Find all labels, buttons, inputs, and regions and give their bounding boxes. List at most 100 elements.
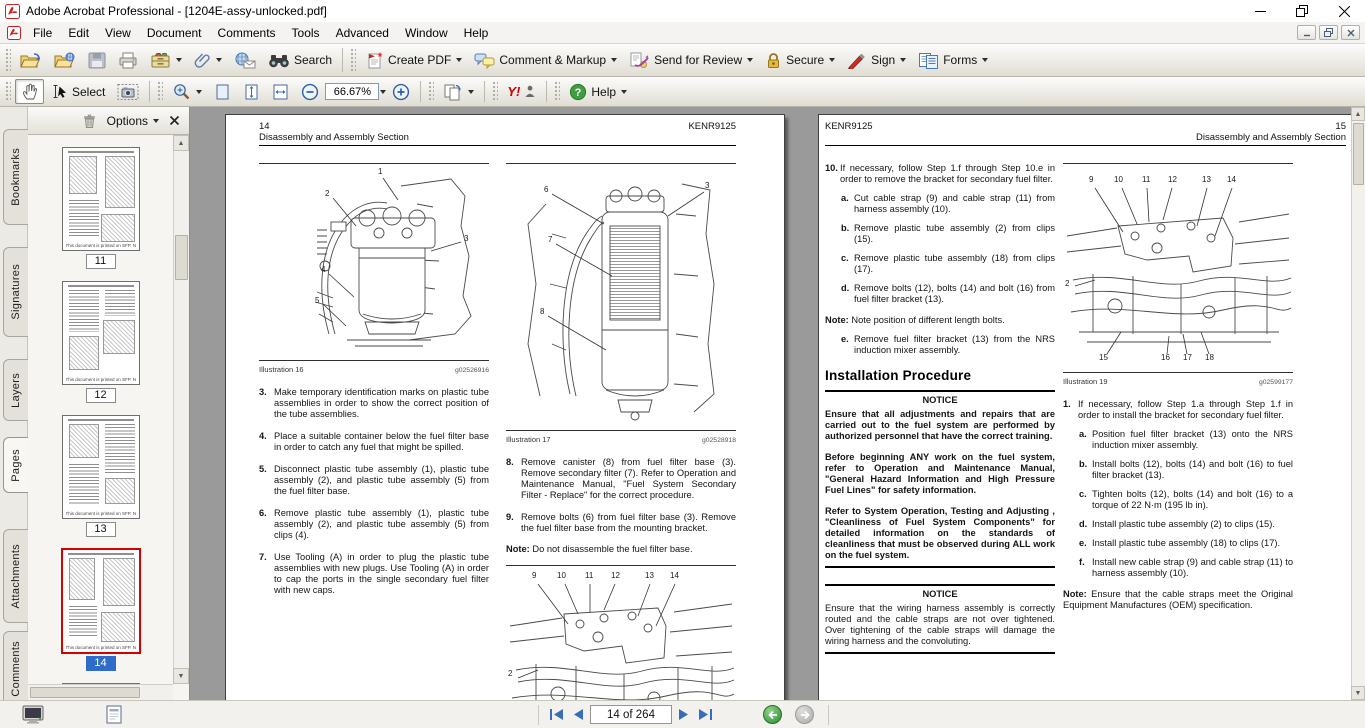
open-button[interactable]: [15, 49, 47, 72]
tab-signatures[interactable]: Signatures: [3, 247, 28, 337]
menu-document[interactable]: Document: [139, 23, 210, 43]
pages-panel-vscrollbar[interactable]: ▲ ▼: [173, 135, 189, 684]
toolbar-grip[interactable]: [428, 81, 434, 102]
help-button[interactable]: ? Help: [564, 80, 632, 104]
previous-view-button[interactable]: [763, 705, 782, 724]
scroll-thumb[interactable]: [1353, 123, 1364, 185]
select-label: Select: [72, 85, 105, 99]
tab-comments[interactable]: Comments: [3, 631, 28, 707]
step-8: 8.Remove canister (8) from fuel filter b…: [506, 457, 736, 501]
pages-panel-header: Options: [28, 107, 189, 135]
page-thumbnail[interactable]: This document is printed on SFP. Not to …: [62, 147, 140, 269]
page-thumbnail[interactable]: This document is printed on SFP. Not to …: [62, 415, 140, 537]
restore-button[interactable]: [1281, 0, 1323, 22]
scroll-down-arrow[interactable]: ▼: [173, 668, 189, 684]
menu-advanced[interactable]: Advanced: [328, 23, 397, 43]
comment-markup-button[interactable]: Comment & Markup: [469, 49, 622, 72]
toolbar-grip[interactable]: [5, 81, 11, 102]
scroll-thumb[interactable]: [30, 687, 140, 698]
dropdown-caret: [176, 58, 182, 62]
menu-help[interactable]: Help: [456, 23, 497, 43]
menu-edit[interactable]: Edit: [60, 23, 97, 43]
document-vscrollbar[interactable]: ▲ ▼: [1351, 107, 1365, 700]
next-view-button[interactable]: [795, 705, 814, 724]
tab-bookmarks[interactable]: Bookmarks: [3, 129, 28, 225]
forward-arrow-icon: [800, 710, 810, 720]
close-icon: [1347, 29, 1355, 37]
page-thumbnail-selected[interactable]: This document is printed on SFP. Not to …: [62, 549, 140, 671]
create-pdf-button[interactable]: Create PDF: [360, 48, 467, 72]
options-menu-button[interactable]: Options: [107, 114, 159, 128]
page-display-button[interactable]: [438, 80, 479, 104]
step-10a: a.Cut cable strap (9) and cable strap (1…: [841, 193, 1055, 215]
menu-comments[interactable]: Comments: [210, 23, 284, 43]
tab-layers[interactable]: Layers: [3, 359, 28, 421]
zoom-in-button[interactable]: [387, 80, 415, 104]
help-icon: ?: [569, 83, 587, 101]
doc-minimize-button[interactable]: [1297, 25, 1316, 40]
zoom-out-button[interactable]: [296, 80, 324, 104]
scroll-up-arrow[interactable]: ▲: [1351, 107, 1365, 121]
fit-width-button[interactable]: [267, 80, 294, 104]
snapshot-tool-button[interactable]: [112, 80, 144, 104]
fit-page-button[interactable]: [238, 80, 265, 104]
delete-pages-trash-icon[interactable]: [81, 113, 97, 129]
hand-tool-button[interactable]: [15, 79, 44, 104]
next-page-button[interactable]: [677, 707, 691, 722]
menu-tools[interactable]: Tools: [284, 23, 328, 43]
email-button[interactable]: [229, 49, 261, 72]
tab-attachments[interactable]: Attachments: [3, 529, 28, 623]
pages-panel-hscrollbar[interactable]: [28, 684, 173, 700]
help-label: Help: [591, 85, 616, 99]
doc-close-button[interactable]: [1341, 25, 1360, 40]
page-display-icon: [443, 83, 463, 101]
toolbar-grip[interactable]: [5, 48, 11, 72]
toolbar-grip[interactable]: [492, 81, 498, 102]
single-page-view-button[interactable]: [105, 705, 123, 728]
previous-page-button[interactable]: [571, 707, 585, 722]
yahoo-messenger-button[interactable]: Y!: [502, 81, 541, 102]
minimize-button[interactable]: [1239, 0, 1281, 22]
search-button[interactable]: Search: [263, 50, 337, 71]
sign-button[interactable]: Sign: [842, 49, 911, 72]
select-tool-button[interactable]: Select: [46, 80, 110, 103]
page-number-box[interactable]: 14 of 264: [590, 705, 672, 724]
menu-window[interactable]: Window: [397, 23, 456, 43]
tab-pages[interactable]: Pages: [3, 437, 28, 493]
actual-size-button[interactable]: [209, 80, 236, 104]
close-button[interactable]: [1323, 0, 1365, 22]
toolbar-separator: [546, 81, 547, 102]
save-disk-icon: [88, 52, 106, 69]
menu-file[interactable]: File: [25, 23, 60, 43]
toolbar-grip[interactable]: [157, 81, 163, 102]
attach-button[interactable]: [189, 49, 227, 72]
forms-button[interactable]: Forms: [913, 49, 993, 72]
open-web-button[interactable]: [49, 49, 81, 72]
menu-view[interactable]: View: [97, 23, 139, 43]
scroll-thumb[interactable]: [175, 235, 188, 280]
statusbar: 14 of 264: [0, 700, 1365, 728]
dropdown-caret: [468, 90, 474, 94]
zoom-level-input[interactable]: [325, 83, 379, 100]
zoom-dropdown-caret[interactable]: [380, 90, 386, 94]
toolbar-grip[interactable]: [350, 48, 356, 72]
save-button[interactable]: [83, 49, 111, 72]
organizer-button[interactable]: [145, 49, 187, 72]
send-for-review-button[interactable]: Send for Review: [624, 49, 758, 72]
print-button[interactable]: [113, 49, 143, 72]
single-page-icon: [105, 705, 123, 725]
scroll-up-arrow[interactable]: ▲: [173, 135, 189, 151]
illustration-caption: Illustration 19 g02599177: [1063, 376, 1293, 388]
panel-close-icon[interactable]: [169, 115, 180, 126]
first-page-button[interactable]: [548, 707, 566, 722]
toolbar-grip[interactable]: [554, 81, 560, 102]
zoom-tool-button[interactable]: [167, 79, 207, 104]
page-thumbnail-label: 12: [86, 388, 116, 403]
paperclip-icon: [194, 52, 211, 69]
fullscreen-view-button[interactable]: [22, 705, 45, 728]
last-page-button[interactable]: [696, 707, 714, 722]
page-thumbnail[interactable]: This document is printed on SFP. Not to …: [62, 281, 140, 403]
scroll-down-arrow[interactable]: ▼: [1351, 686, 1365, 700]
doc-restore-button[interactable]: [1319, 25, 1338, 40]
secure-button[interactable]: Secure: [760, 48, 840, 72]
